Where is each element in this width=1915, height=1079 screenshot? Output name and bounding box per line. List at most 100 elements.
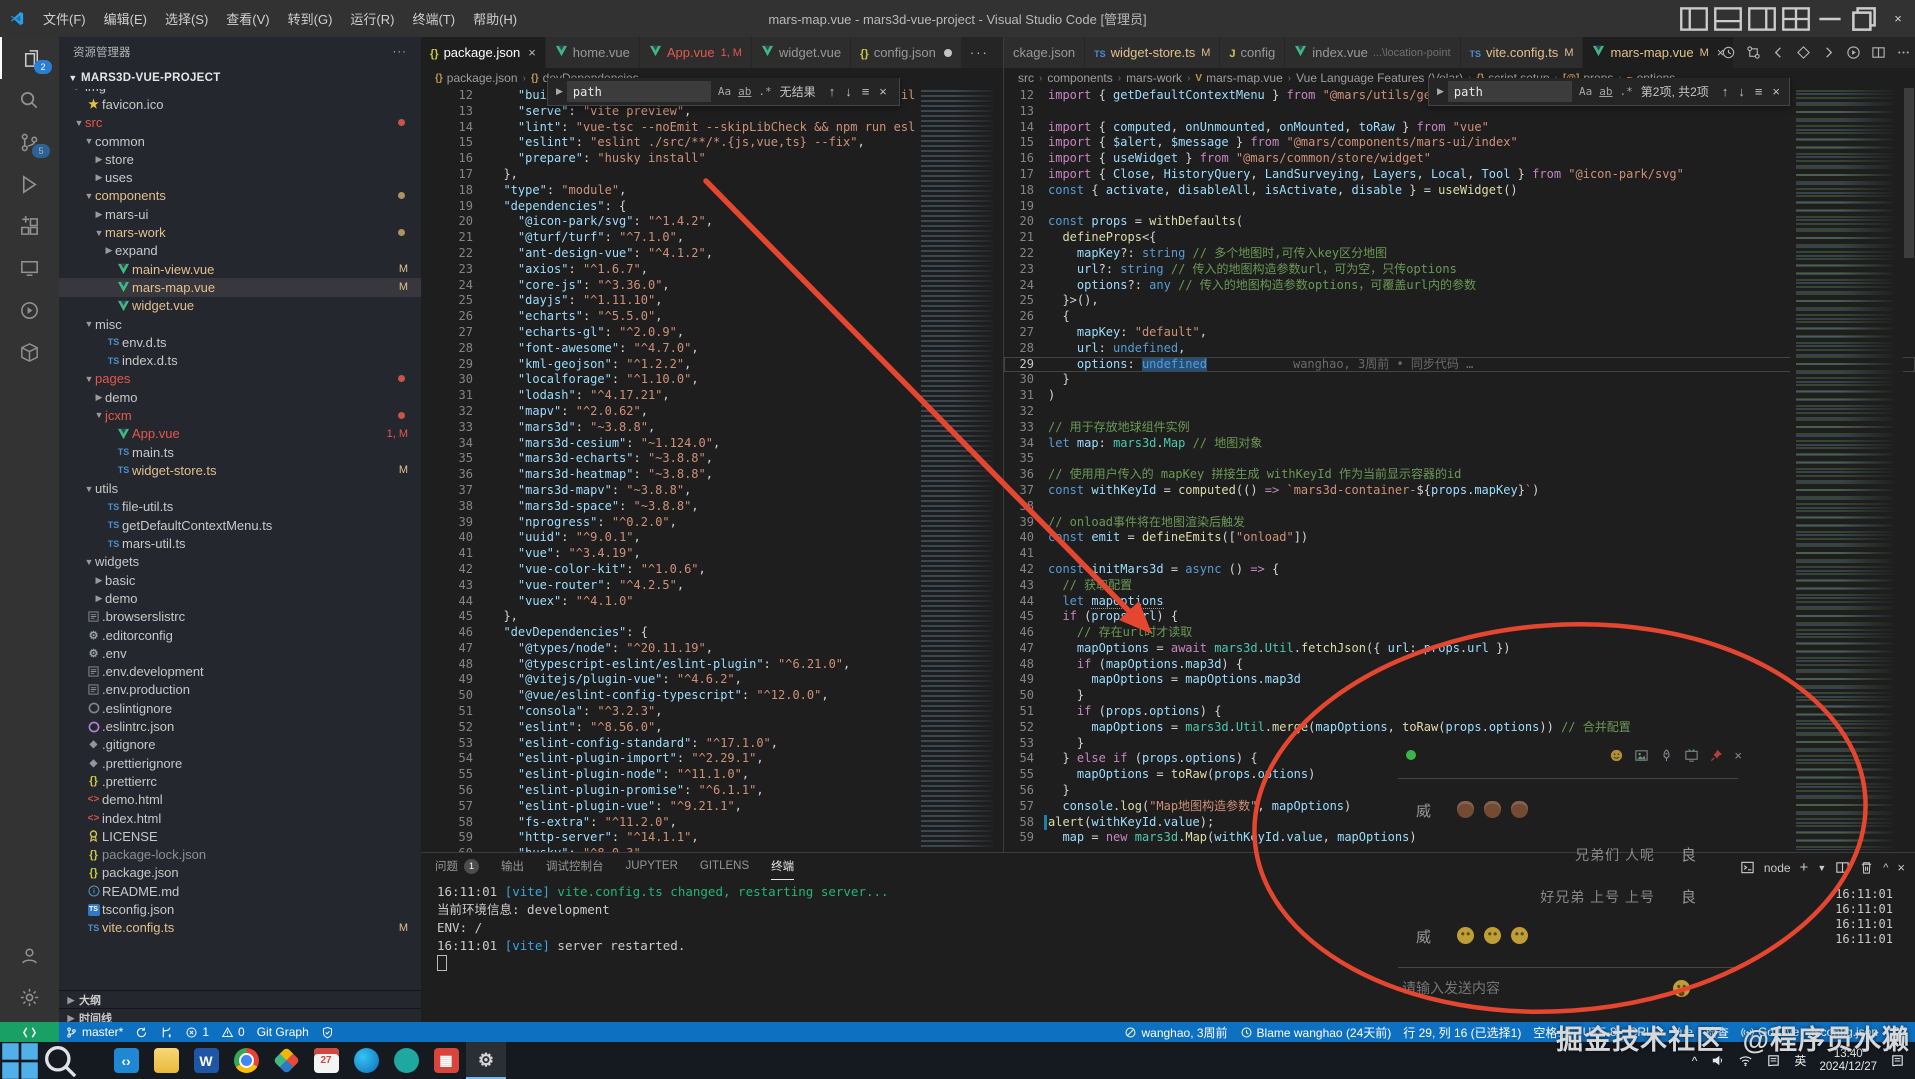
find-selection-icon[interactable]: ≡ [862,84,870,99]
tab-mars-map.vue[interactable]: mars-map.vue M × [1583,37,1734,68]
tree-item-store[interactable]: ▶store [59,150,421,168]
tab-widget-store.ts[interactable]: TSwidget-store.ts M [1085,37,1220,68]
emoji-button[interactable] [1673,980,1690,997]
tab-ckage.json[interactable]: ckage.json [1004,37,1085,68]
chat-pin-icon[interactable] [1709,748,1724,763]
terminal-split-icon[interactable] [1835,860,1850,875]
tree-item-.gitignore[interactable]: ◆.gitignore [59,736,421,754]
menu-选择(S)[interactable]: 选择(S) [156,12,217,27]
tree-item-README.md[interactable]: README.md [59,882,421,900]
window-close-icon[interactable]: × [1881,0,1915,37]
activity-remote-explorer-icon[interactable] [0,247,59,289]
tree-item-.prettierrc[interactable]: {}.prettierrc [59,772,421,790]
find-expand-icon[interactable]: ▶ [1437,86,1444,97]
terminal-output[interactable]: 16:11:01 [vite] vite.config.ts changed, … [437,883,889,974]
tree-item-.env.production[interactable]: .env.production [59,681,421,699]
status-wanghao, 3周前[interactable]: wanghao, 3周前 [1118,1024,1233,1041]
tab-App.vue[interactable]: App.vue 1, M [640,37,752,68]
panel-tab-调试控制台[interactable]: 调试控制台 [546,853,604,879]
tree-item-pages[interactable]: ▼pages [59,370,421,388]
tab-overflow-button[interactable]: ··· [962,37,997,68]
tab-index.vue[interactable]: index.vue ...\location-point [1285,37,1460,68]
crumb-components[interactable]: ›components [1034,71,1113,85]
whole-word-icon[interactable]: ab [1599,85,1612,98]
tree-item-main-view.vue[interactable]: main-view.vueM [59,260,421,278]
tree-item-env.d.ts[interactable]: TSenv.d.ts [59,333,421,351]
editor-scrollbar[interactable] [1903,88,1915,852]
compare-icon[interactable] [1746,45,1761,60]
tree-item-demo[interactable]: ▶demo [59,388,421,406]
tree-item-file-util.ts[interactable]: TSfile-util.ts [59,498,421,516]
section-时间线[interactable]: ▶时间线 [59,1008,421,1022]
match-case-icon[interactable]: Aa [1579,85,1592,98]
tree-item-mars-ui[interactable]: ▶mars-ui [59,205,421,223]
taskbar-app-settings[interactable]: ⚙ [466,1042,506,1079]
project-root-row[interactable]: ▼ MARS3D-VUE-PROJECT [59,67,421,89]
tree-item-package-lock.json[interactable]: {}package-lock.json [59,845,421,863]
taskbar-app-vscode[interactable]: ‹› [106,1042,146,1079]
activity-project-manager-icon[interactable] [0,331,59,373]
layout-grid-icon[interactable] [1779,0,1813,37]
menu-运行(R)[interactable]: 运行(R) [341,12,403,27]
taskbar-search-icon[interactable] [40,1042,80,1079]
tree-item-.prettierignore[interactable]: ◆.prettierignore [59,754,421,772]
status-行 29, 列 16 (已选择1)[interactable]: 行 29, 列 16 (已选择1) [1397,1024,1527,1041]
chat-rocket-icon[interactable] [1659,748,1674,763]
activity-source-control-icon[interactable]: 5 [0,121,59,163]
back-icon[interactable] [1771,45,1786,60]
taskbar-app-red-app[interactable]: ▦ [426,1042,466,1079]
activity-files-icon[interactable]: 2 [0,37,61,79]
layout-panel-icon[interactable] [1711,0,1745,37]
crumb-mars-map.vue[interactable]: ›Vmars-map.vue [1182,71,1283,85]
diamond-icon[interactable] [1796,45,1811,60]
tab-vite.config.ts[interactable]: TSvite.config.ts M [1461,37,1584,68]
panel-tab-JUPYTER[interactable]: JUPYTER [626,853,678,879]
run-icon[interactable] [1846,45,1861,60]
whole-word-icon[interactable]: ab [738,85,751,98]
find-arrow-up-icon[interactable]: ↑ [829,84,836,99]
taskbar-app-word[interactable]: W [186,1042,226,1079]
tree-item-.eslintrc.json[interactable]: .eslintrc.json [59,717,421,735]
layout-secondary-icon[interactable] [1745,0,1779,37]
find-arrow-down-icon[interactable]: ↓ [1738,84,1745,99]
crumb-package.json[interactable]: {}package.json [435,71,518,85]
tree-item-common[interactable]: ▼common [59,132,421,150]
tree-item-components[interactable]: ▼components [59,187,421,205]
find-arrow-down-icon[interactable]: ↓ [845,84,852,99]
activity-account-icon[interactable] [0,934,59,976]
tree-item-package.json[interactable]: {}package.json [59,864,421,882]
tree-item-widget.vue[interactable]: widget.vue [59,297,421,315]
tab-config[interactable]: Jconfig [1220,37,1285,68]
menu-编辑(E)[interactable]: 编辑(E) [95,12,156,27]
taskbar-app-calendar[interactable]: 27 [306,1042,346,1079]
tree-item-widget-store.ts[interactable]: TSwidget-store.tsM [59,461,421,479]
panel-tab-GITLENS[interactable]: GITLENS [700,853,749,879]
terminal-process-label[interactable]: node [1764,861,1791,875]
activity-extensions-icon[interactable] [0,205,59,247]
windows-start-icon[interactable] [0,1042,40,1079]
tree-item-LICENSE[interactable]: LICENSE [59,827,421,845]
tree-item-index.d.ts[interactable]: TSindex.d.ts [59,351,421,369]
tree-item-demo[interactable]: ▶demo [59,589,421,607]
terminal-trash-icon[interactable] [1859,860,1874,875]
chat-screen-icon[interactable] [1684,748,1699,763]
split-editor-icon[interactable] [1871,45,1886,60]
taskbar-app-teal-app[interactable] [386,1042,426,1079]
activity-debug-icon[interactable] [0,163,59,205]
find-input[interactable]: path [1448,81,1572,102]
menu-文件(F)[interactable]: 文件(F) [34,12,95,27]
code-editor-mars-map-vue[interactable]: 12import { getDefaultContextMenu } from … [1004,88,1915,852]
find-input[interactable]: path [567,81,711,102]
panel-tab-终端[interactable]: 终端 [771,853,794,880]
taskbar-app-wps[interactable] [266,1042,306,1079]
window-minimize-icon[interactable] [1813,0,1847,37]
crumb-src[interactable]: src [1018,71,1034,85]
tree-item-uses[interactable]: ▶uses [59,168,421,186]
activity-live-server-icon[interactable] [0,289,59,331]
status-1[interactable]: 1 [179,1025,215,1039]
tree-item-basic[interactable]: ▶basic [59,571,421,589]
menu-终端(T)[interactable]: 终端(T) [403,12,464,27]
status-master*[interactable]: master* [59,1025,129,1039]
taskbar-app-explorer[interactable] [146,1042,186,1079]
tree-item-misc[interactable]: ▼misc [59,315,421,333]
